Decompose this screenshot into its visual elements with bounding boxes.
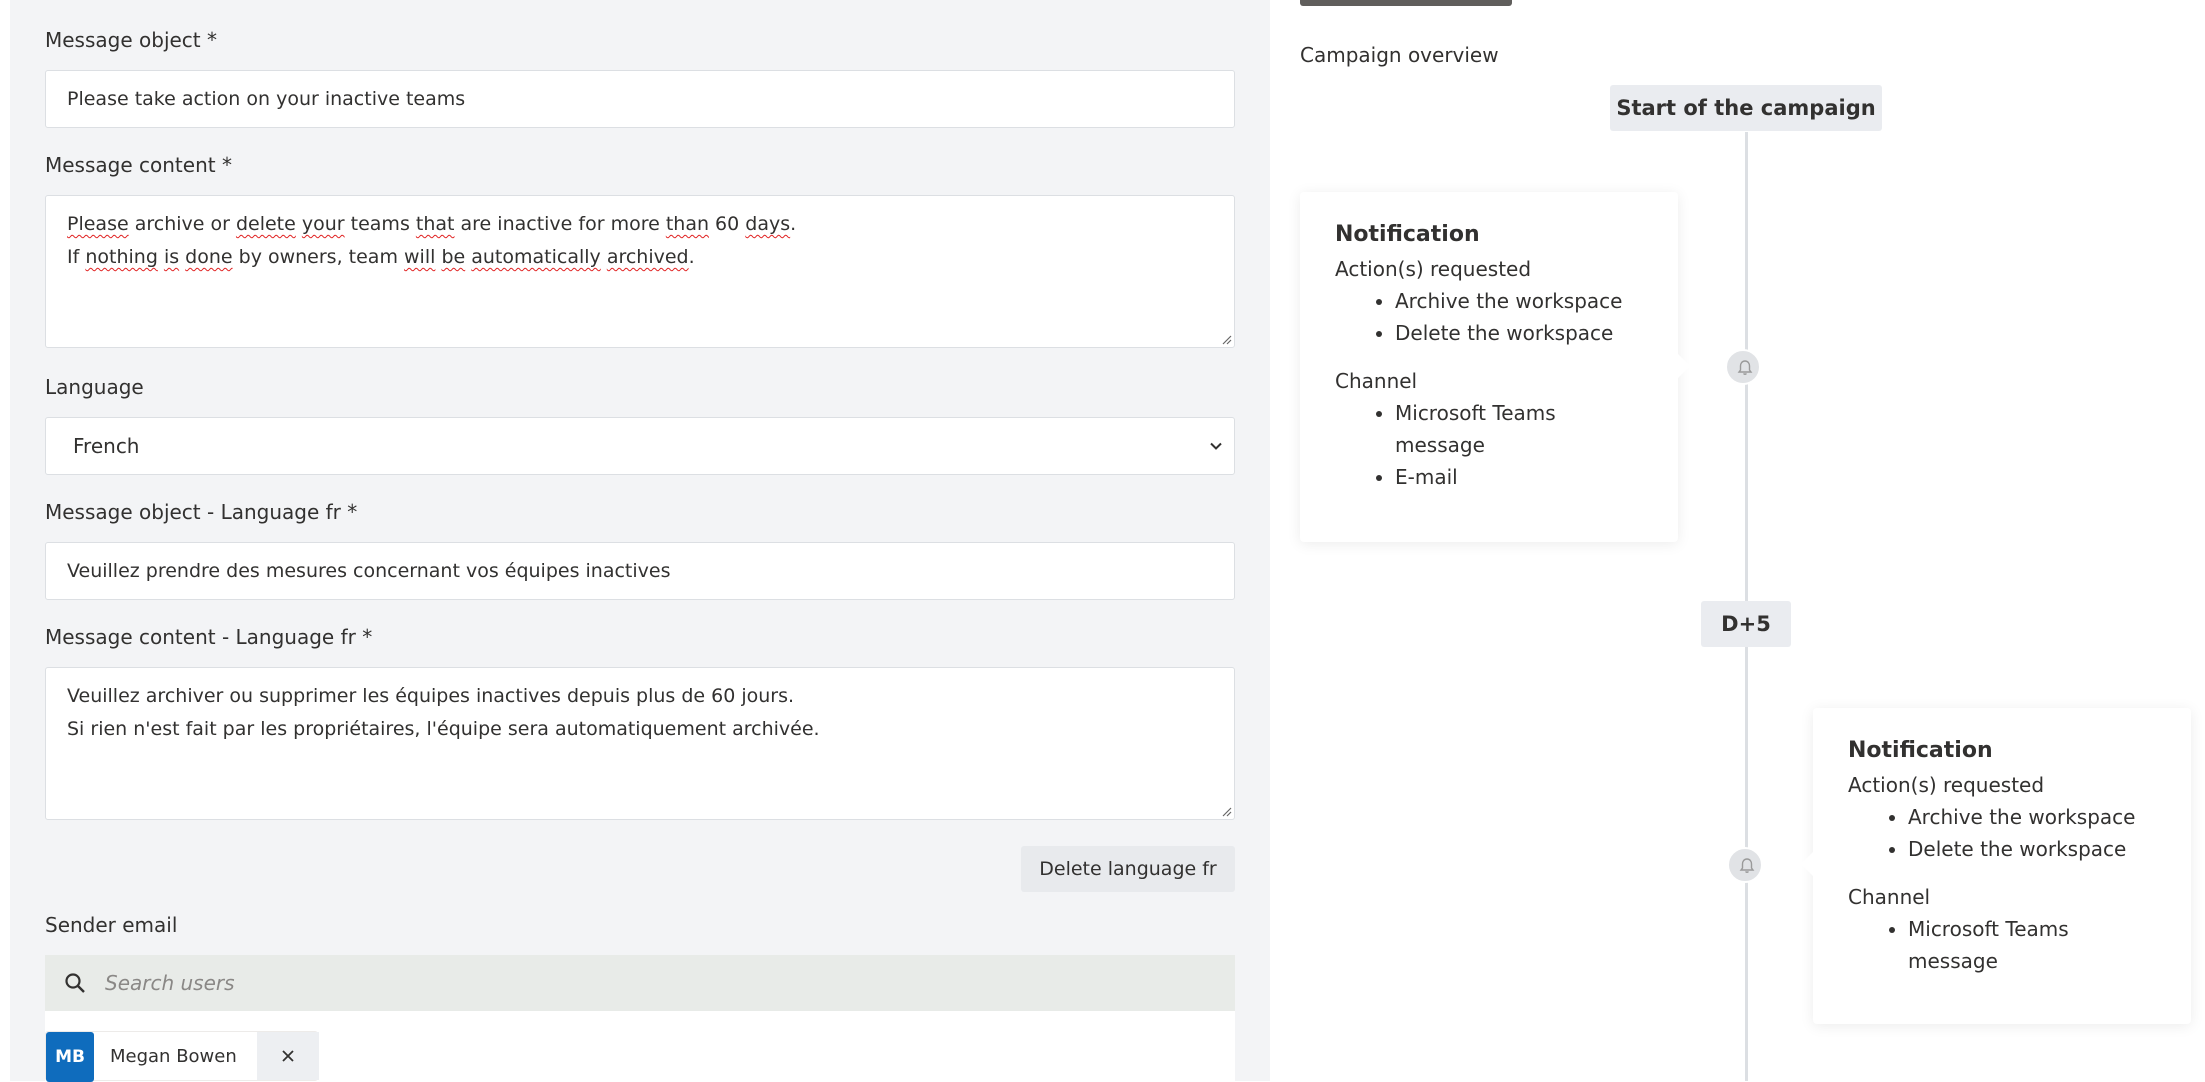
search-icon [65,973,85,993]
message-object-input[interactable]: Please take action on your inactive team… [45,70,1235,128]
notification-node [1727,847,1763,883]
actions-requested-label: Action(s) requested [1848,773,2045,797]
channels-list: Microsoft Teams message E-mail [1335,397,1643,493]
bell-icon [1737,360,1753,375]
milestone-d5: D+5 [1701,601,1791,647]
chevron-down-icon [1210,442,1222,450]
language-selected-value: French [73,434,140,458]
notification-card: Notification Action(s) requested Archive… [1813,708,2191,1024]
message-form-panel: Message object * Please take action on y… [10,0,1270,1082]
actions-list: Archive the workspace Delete the workspa… [1848,801,2156,865]
top-button-edge[interactable] [1300,0,1512,6]
sender-email-label: Sender email [45,913,178,937]
action-item: Archive the workspace [1395,285,1643,317]
message-object-fr-label: Message object - Language fr * [45,500,358,524]
message-content-line-1: Please archive or delete your teams that… [67,213,797,235]
remove-user-button[interactable] [257,1032,319,1080]
selected-user-name: Megan Bowen [110,1046,237,1067]
notification-card: Notification Action(s) requested Archive… [1300,192,1678,542]
language-label: Language [45,375,144,399]
notification-card-title: Notification [1335,222,1480,247]
message-content-line-2: If nothing is done by owners, team will … [67,246,695,268]
message-content-fr-textarea[interactable]: Veuillez archiver ou supprimer les équip… [45,667,1235,820]
campaign-overview-title: Campaign overview [1300,43,1499,67]
channel-item: E-mail [1395,461,1643,493]
message-object-fr-input[interactable]: Veuillez prendre des mesures concernant … [45,542,1235,600]
message-content-label: Message content * [45,153,232,177]
selected-user-chip: MB Megan Bowen [45,1031,319,1082]
message-content-textarea[interactable]: Please archive or delete your teams that… [45,195,1235,348]
resize-grip-icon[interactable] [1220,333,1232,345]
language-select[interactable]: French [45,417,1235,475]
notification-card-title: Notification [1848,738,1993,763]
action-item: Delete the workspace [1908,833,2156,865]
channel-item: Microsoft Teams message [1908,913,2156,977]
message-content-fr-line-1: Veuillez archiver ou supprimer les équip… [67,685,795,707]
card-pointer [1801,852,1813,876]
search-placeholder: Search users [105,971,235,995]
selected-users-area: MB Megan Bowen [45,1011,1235,1082]
channel-item: Microsoft Teams message [1395,397,1643,461]
message-content-fr-line-2: Si rien n'est fait par les propriétaires… [67,718,820,740]
delete-language-button[interactable]: Delete language fr [1021,846,1235,892]
actions-list: Archive the workspace Delete the workspa… [1335,285,1643,349]
avatar: MB [46,1032,94,1082]
card-pointer [1678,354,1690,378]
message-object-label: Message object * [45,28,218,52]
actions-requested-label: Action(s) requested [1335,257,1532,281]
resize-grip-icon[interactable] [1220,805,1232,817]
close-icon [282,1050,294,1062]
action-item: Archive the workspace [1908,801,2156,833]
milestone-start: Start of the campaign [1610,85,1882,131]
channels-list: Microsoft Teams message [1848,913,2156,977]
bell-icon [1739,858,1755,873]
message-content-fr-label: Message content - Language fr * [45,625,373,649]
search-users-input[interactable]: Search users [45,955,1235,1011]
channel-label: Channel [1848,885,1931,909]
channel-label: Channel [1335,369,1418,393]
action-item: Delete the workspace [1395,317,1643,349]
notification-node [1725,349,1761,385]
